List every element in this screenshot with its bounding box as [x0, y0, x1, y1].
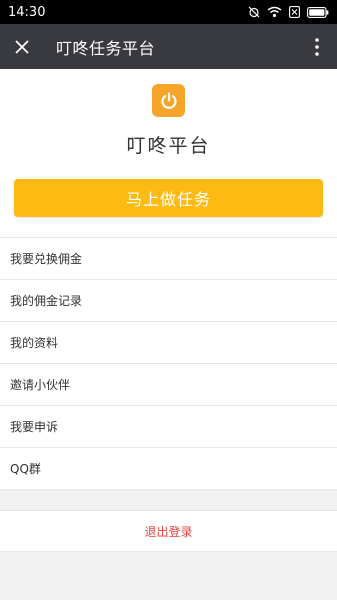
menu-item-appeal[interactable]: 我要申诉	[0, 406, 337, 448]
title-bar: 叮咚任务平台	[0, 24, 337, 69]
start-task-button[interactable]: 马上做任务	[14, 179, 323, 217]
close-icon	[15, 39, 29, 54]
page-title: 叮咚任务平台	[56, 38, 156, 58]
more-menu-button[interactable]	[303, 24, 331, 69]
more-vertical-icon	[315, 37, 319, 56]
menu-item-qq-group[interactable]: QQ群	[0, 448, 337, 490]
close-button[interactable]	[0, 24, 44, 69]
battery-icon	[307, 6, 329, 18]
app-name: 叮咚平台	[126, 135, 211, 157]
app-logo	[152, 84, 185, 117]
status-time: 14:30	[8, 4, 46, 20]
menu-item-my-profile[interactable]: 我的资料	[0, 322, 337, 364]
header-section: 叮咚平台 马上做任务	[0, 69, 337, 237]
no-sim-icon	[289, 6, 300, 18]
status-icons	[248, 6, 329, 18]
logout-button[interactable]: 退出登录	[0, 510, 337, 552]
wifi-icon	[267, 6, 282, 18]
menu-item-invite-friends[interactable]: 邀请小伙伴	[0, 364, 337, 406]
status-bar: 14:30	[0, 0, 337, 24]
menu-list: 我要兑换佣金 我的佣金记录 我的资料 邀请小伙伴 我要申诉 QQ群	[0, 237, 337, 490]
alarm-off-icon	[248, 6, 260, 18]
power-icon	[160, 91, 177, 109]
menu-item-commission-records[interactable]: 我的佣金记录	[0, 280, 337, 322]
menu-item-exchange-commission[interactable]: 我要兑换佣金	[0, 238, 337, 280]
